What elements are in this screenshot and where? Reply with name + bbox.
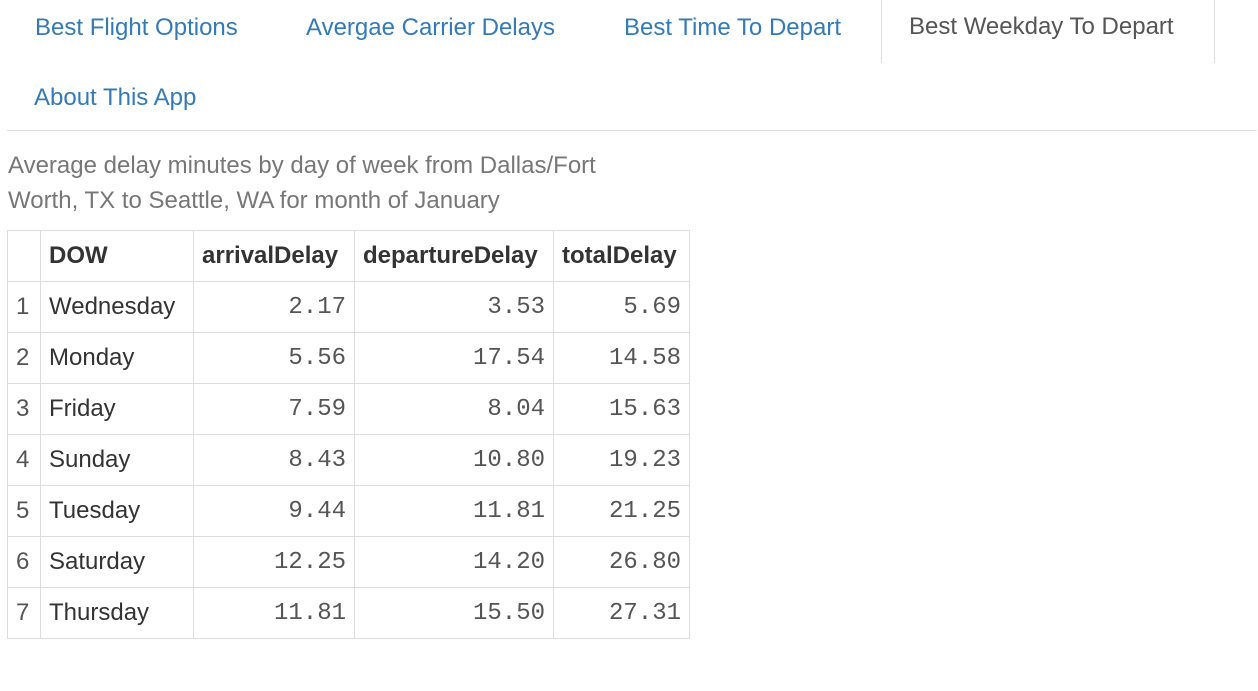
tab-best-flight-options[interactable]: Best Flight Options	[35, 14, 238, 42]
cell-departure-delay: 15.50	[354, 587, 554, 639]
cell-arrival-delay: 2.17	[193, 281, 355, 333]
table-row: 4 Sunday 8.43 10.80 19.23	[7, 434, 690, 486]
cell-total-delay: 26.80	[553, 536, 690, 588]
table-header-row: DOW arrivalDelay departureDelay totalDel…	[7, 230, 690, 282]
tab-average-carrier-delays[interactable]: Avergae Carrier Delays	[306, 14, 555, 42]
cell-total-delay: 14.58	[553, 332, 690, 384]
cell-departure-delay: 10.80	[354, 434, 554, 486]
column-header-total-delay[interactable]: totalDelay	[553, 230, 690, 282]
cell-departure-delay: 14.20	[354, 536, 554, 588]
tab-bar: Best Flight Options Avergae Carrier Dela…	[7, 0, 1257, 131]
cell-dow: Friday	[40, 383, 194, 435]
row-index: 3	[7, 383, 41, 435]
cell-total-delay: 15.63	[553, 383, 690, 435]
cell-dow: Sunday	[40, 434, 194, 486]
cell-total-delay: 5.69	[553, 281, 690, 333]
tab-about-this-app[interactable]: About This App	[34, 84, 196, 112]
table-row: 3 Friday 7.59 8.04 15.63	[7, 383, 690, 435]
row-index: 1	[7, 281, 41, 333]
cell-dow: Tuesday	[40, 485, 194, 537]
cell-arrival-delay: 9.44	[193, 485, 355, 537]
cell-arrival-delay: 5.56	[193, 332, 355, 384]
cell-dow: Saturday	[40, 536, 194, 588]
cell-departure-delay: 8.04	[354, 383, 554, 435]
cell-arrival-delay: 11.81	[193, 587, 355, 639]
cell-arrival-delay: 8.43	[193, 434, 355, 486]
delay-table: DOW arrivalDelay departureDelay totalDel…	[7, 230, 690, 639]
table-row: 7 Thursday 11.81 15.50 27.31	[7, 587, 690, 639]
cell-dow: Thursday	[40, 587, 194, 639]
cell-total-delay: 21.25	[553, 485, 690, 537]
table-row: 6 Saturday 12.25 14.20 26.80	[7, 536, 690, 588]
row-index: 2	[7, 332, 41, 384]
cell-total-delay: 19.23	[553, 434, 690, 486]
cell-dow: Monday	[40, 332, 194, 384]
tab-best-weekday-to-depart[interactable]: Best Weekday To Depart	[881, 0, 1215, 63]
cell-departure-delay: 11.81	[354, 485, 554, 537]
cell-arrival-delay: 7.59	[193, 383, 355, 435]
table-row: 5 Tuesday 9.44 11.81 21.25	[7, 485, 690, 537]
column-header-departure-delay[interactable]: departureDelay	[354, 230, 554, 282]
row-index: 6	[7, 536, 41, 588]
table-caption: Average delay minutes by day of week fro…	[8, 152, 596, 214]
table-row: 1 Wednesday 2.17 3.53 5.69	[7, 281, 690, 333]
cell-departure-delay: 17.54	[354, 332, 554, 384]
row-index: 5	[7, 485, 41, 537]
cell-total-delay: 27.31	[553, 587, 690, 639]
tab-best-time-to-depart[interactable]: Best Time To Depart	[624, 14, 841, 42]
table-row: 2 Monday 5.56 17.54 14.58	[7, 332, 690, 384]
column-header-dow[interactable]: DOW	[40, 230, 194, 282]
cell-arrival-delay: 12.25	[193, 536, 355, 588]
cell-departure-delay: 3.53	[354, 281, 554, 333]
column-header-arrival-delay[interactable]: arrivalDelay	[193, 230, 355, 282]
row-index: 7	[7, 587, 41, 639]
row-index: 4	[7, 434, 41, 486]
column-header-index[interactable]	[7, 230, 41, 282]
cell-dow: Wednesday	[40, 281, 194, 333]
